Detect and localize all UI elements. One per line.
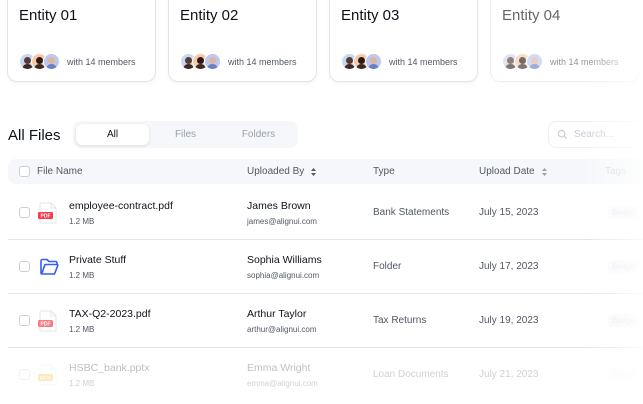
members-count: with 14 members <box>550 56 619 67</box>
row-checkbox[interactable] <box>19 315 30 326</box>
avatar-group <box>502 53 543 70</box>
entity-card-04[interactable]: Entity 04 with 14 members <box>490 0 639 82</box>
pdf-icon: PDF <box>38 202 57 224</box>
uploader-name: James Brown <box>247 200 311 212</box>
file-type: Folder <box>373 261 402 272</box>
sort-icon[interactable] <box>310 167 317 177</box>
file-name[interactable]: TAX-Q2-2023.pdf <box>69 308 151 320</box>
table-row[interactable]: PDF employee-contract.pdf 1.2 MB James B… <box>8 186 643 240</box>
file-type: Tax Returns <box>373 315 427 326</box>
tag-badge: Badge <box>608 368 640 381</box>
entity-title: Entity 01 <box>19 7 78 24</box>
sort-icon[interactable] <box>541 167 548 177</box>
upload-date: July 15, 2023 <box>479 207 539 218</box>
uploader-name: Sophia Williams <box>247 254 322 266</box>
svg-text:PDF: PDF <box>41 322 51 328</box>
entity-title: Entity 03 <box>341 7 400 24</box>
uploader-info: Emma Wright emma@alignui.com <box>247 362 318 388</box>
avatar <box>43 53 60 70</box>
svg-text:PPTX: PPTX <box>40 376 51 381</box>
search-icon <box>557 129 568 140</box>
entity-title: Entity 04 <box>502 7 561 24</box>
file-name[interactable]: HSBC_bank.pptx <box>69 362 150 374</box>
svg-text:PDF: PDF <box>41 214 51 220</box>
table-row[interactable]: PDF TAX-Q2-2023.pdf 1.2 MB Arthur Taylor… <box>8 294 643 348</box>
column-uploaded-by[interactable]: Uploaded By <box>247 159 317 184</box>
row-checkbox[interactable] <box>19 369 30 380</box>
filter-files[interactable]: Files <box>149 124 222 145</box>
file-size: 1.2 MB <box>69 325 95 334</box>
folder-icon <box>40 258 59 275</box>
column-type[interactable]: Type <box>373 159 395 184</box>
filter-folders[interactable]: Folders <box>222 124 295 145</box>
uploader-email: arthur@alignui.com <box>247 325 317 334</box>
entity-members: with 14 members <box>502 53 619 70</box>
members-count: with 14 members <box>389 56 458 67</box>
search-input[interactable] <box>574 129 643 140</box>
file-name[interactable]: Private Stuff <box>69 254 126 266</box>
avatar-group <box>180 53 221 70</box>
entity-members: with 14 members <box>180 53 297 70</box>
pdf-icon: PDF <box>38 310 57 332</box>
table-header: File Name Uploaded By Type Upload Date T… <box>8 159 643 184</box>
members-count: with 14 members <box>228 56 297 67</box>
entity-card-03[interactable]: Entity 03 with 14 members <box>329 0 478 82</box>
row-checkbox[interactable] <box>19 261 30 272</box>
entity-members: with 14 members <box>341 53 458 70</box>
uploader-email: emma@alignui.com <box>247 379 318 388</box>
avatar <box>526 53 543 70</box>
file-info: TAX-Q2-2023.pdf 1.2 MB <box>69 308 151 334</box>
select-all-checkbox[interactable] <box>19 166 30 177</box>
file-type: Loan Documents <box>373 369 449 380</box>
column-tags[interactable]: Tags <box>605 159 626 184</box>
tag-badge: Badge <box>608 260 640 273</box>
uploader-name: Arthur Taylor <box>247 308 307 320</box>
file-name[interactable]: employee-contract.pdf <box>69 200 173 212</box>
column-file-name[interactable]: File Name <box>37 159 83 184</box>
tag-badge: Badge <box>608 314 640 327</box>
table-row[interactable]: Private Stuff 1.2 MB Sophia Williams sop… <box>8 240 643 294</box>
members-count: with 14 members <box>67 56 136 67</box>
table-row[interactable]: PPTX HSBC_bank.pptx 1.2 MB Emma Wright e… <box>8 348 643 402</box>
row-checkbox[interactable] <box>19 207 30 218</box>
upload-date: July 19, 2023 <box>479 315 539 326</box>
entity-card-02[interactable]: Entity 02 with 14 members <box>168 0 317 82</box>
entity-card-01[interactable]: Entity 01 with 14 members <box>7 0 156 82</box>
file-info: Private Stuff 1.2 MB <box>69 254 126 280</box>
uploader-name: Emma Wright <box>247 362 311 374</box>
avatar <box>365 53 382 70</box>
search-box[interactable] <box>548 121 643 148</box>
filter-all[interactable]: All <box>76 124 149 145</box>
entity-cards: Entity 01 with 14 members Entity 02 with… <box>7 0 639 82</box>
entity-members: with 14 members <box>19 53 136 70</box>
file-info: employee-contract.pdf 1.2 MB <box>69 200 173 226</box>
section-title: All Files <box>8 127 61 144</box>
entity-title: Entity 02 <box>180 7 239 24</box>
avatar-group <box>19 53 60 70</box>
file-size: 1.2 MB <box>69 217 95 226</box>
file-type: Bank Statements <box>373 207 450 218</box>
uploader-info: James Brown james@alignui.com <box>247 200 317 226</box>
uploader-email: sophia@alignui.com <box>247 271 320 280</box>
upload-date: July 17, 2023 <box>479 261 539 272</box>
uploader-email: james@alignui.com <box>247 217 317 226</box>
file-size: 1.2 MB <box>69 271 95 280</box>
column-label: Uploaded By <box>247 166 305 177</box>
avatar-group <box>341 53 382 70</box>
filter-segmented-control: All Files Folders <box>73 121 298 148</box>
pptx-icon: PPTX <box>38 364 57 386</box>
uploader-info: Arthur Taylor arthur@alignui.com <box>247 308 316 334</box>
column-label: Upload Date <box>479 166 535 177</box>
avatar <box>204 53 221 70</box>
file-size: 1.2 MB <box>69 379 95 388</box>
upload-date: July 21, 2023 <box>479 369 539 380</box>
file-info: HSBC_bank.pptx 1.2 MB <box>69 362 150 388</box>
uploader-info: Sophia Williams sophia@alignui.com <box>247 254 322 280</box>
tag-badge: Badge <box>608 206 640 219</box>
column-upload-date[interactable]: Upload Date <box>479 159 548 184</box>
